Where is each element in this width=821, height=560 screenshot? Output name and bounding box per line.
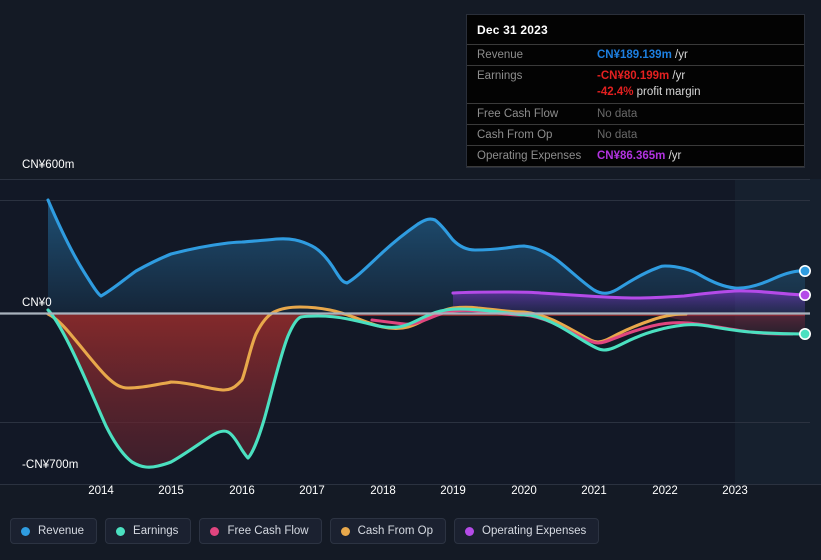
tooltip-row-value: CN¥86.365m /yr <box>597 150 681 162</box>
legend-item-operating-expenses[interactable]: Operating Expenses <box>454 518 600 544</box>
x-axis-tick-2015: 2015 <box>158 485 184 497</box>
x-axis-tick-2018: 2018 <box>370 485 396 497</box>
operating-expenses-endpoint-dot <box>798 288 811 301</box>
tooltip-row-value: -CN¥80.199m /yr <box>597 70 685 82</box>
earnings-endpoint-dot <box>798 327 811 340</box>
tooltip-row: Free Cash Flow No data <box>467 103 804 124</box>
revenue-endpoint-dot <box>798 264 811 277</box>
x-axis-tick-2016: 2016 <box>229 485 255 497</box>
tooltip-row-value: No data <box>597 129 637 141</box>
x-axis-tick-2019: 2019 <box>440 485 466 497</box>
tooltip-amount: CN¥189.139m <box>597 49 672 61</box>
x-axis-tick-2017: 2017 <box>299 485 325 497</box>
legend-item-label: Operating Expenses <box>482 525 587 537</box>
x-axis-tick-2021: 2021 <box>581 485 607 497</box>
legend-item-earnings[interactable]: Earnings <box>105 518 192 544</box>
x-axis-tick-2023: 2023 <box>722 485 748 497</box>
tooltip-row: Cash From Op No data <box>467 124 804 145</box>
tooltip-row-label: Earnings <box>477 70 523 82</box>
tooltip-row-value: CN¥189.139m /yr <box>597 49 688 61</box>
tooltip-row-value: -42.4% profit margin <box>597 86 701 98</box>
legend-color-dot-icon <box>340 526 350 536</box>
tooltip-amount: -CN¥80.199m <box>597 70 670 82</box>
tooltip-amount: -42.4% <box>597 86 634 98</box>
legend-item-label: Free Cash Flow <box>227 525 309 537</box>
legend-item-label: Cash From Op <box>357 525 434 537</box>
legend-item-label: Revenue <box>38 525 85 537</box>
legend-color-dot-icon <box>116 526 126 536</box>
tooltip-row: Revenue CN¥189.139m /yr <box>467 44 804 65</box>
y-axis-label-top: CN¥600m <box>22 159 75 171</box>
tooltip-row-label: Operating Expenses <box>477 150 582 162</box>
legend-item-revenue[interactable]: Revenue <box>10 518 98 544</box>
tooltip-suffix: /yr <box>665 150 682 162</box>
tooltip-no-data: No data <box>597 129 638 141</box>
chart-legend: Revenue Earnings Free Cash Flow Cash From O… <box>10 518 600 544</box>
legend-item-cash-from-op[interactable]: Cash From Op <box>329 518 447 544</box>
tooltip-row-value: No data <box>597 108 637 120</box>
tooltip-suffix: /yr <box>671 49 688 61</box>
legend-color-dot-icon <box>21 526 30 536</box>
tooltip-row: -42.4% profit margin <box>467 86 804 103</box>
tooltip-date-title: Dec 31 2023 <box>477 23 548 37</box>
x-axis-tick-2014: 2014 <box>88 485 114 497</box>
x-axis-tick-2020: 2020 <box>511 485 537 497</box>
tooltip-no-data: No data <box>597 108 638 120</box>
y-axis-label-zero: CN¥0 <box>22 297 52 309</box>
tooltip-row-label: Free Cash Flow <box>477 108 559 120</box>
y-axis-label-bottom: -CN¥700m <box>22 459 79 471</box>
legend-color-dot-icon <box>465 526 475 536</box>
tooltip-suffix: profit margin <box>633 86 701 98</box>
legend-color-dot-icon <box>210 526 220 536</box>
legend-item-label: Earnings <box>133 525 179 537</box>
tooltip-row-label: Revenue <box>477 49 524 61</box>
tooltip-suffix: /yr <box>669 70 686 82</box>
legend-item-free-cash-flow[interactable]: Free Cash Flow <box>199 518 322 544</box>
tooltip-rows: Revenue CN¥189.139m /yr Earnings -CN¥80.199… <box>467 44 804 167</box>
tooltip-row: Operating Expenses CN¥86.365m /yr <box>467 145 804 167</box>
data-tooltip: Dec 31 2023 Revenue CN¥189.139m /yr Earnin… <box>466 14 805 168</box>
x-axis-tick-2022: 2022 <box>652 485 678 497</box>
tooltip-row: Earnings -CN¥80.199m /yr <box>467 65 804 86</box>
tooltip-amount: CN¥86.365m <box>597 150 666 162</box>
tooltip-row-label: Cash From Op <box>477 129 553 141</box>
